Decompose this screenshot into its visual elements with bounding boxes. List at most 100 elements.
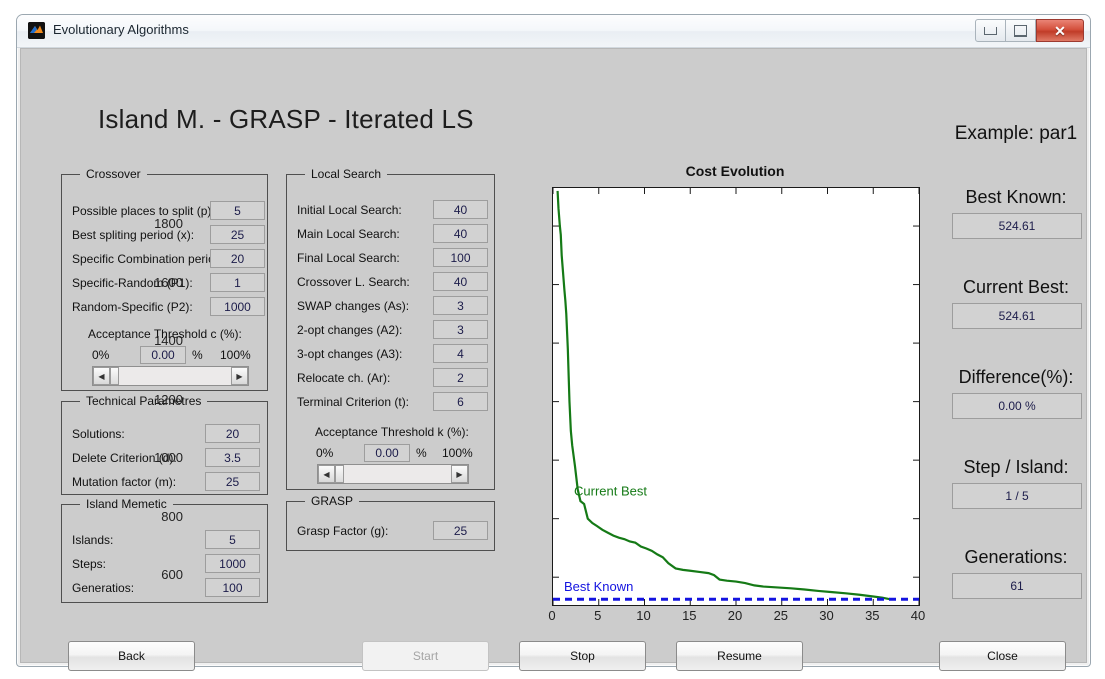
field-terminal-criterion[interactable]: 6 <box>433 392 488 411</box>
difference-label: Difference(%): <box>958 367 1074 387</box>
local-search-panel: Local Search Initial Local Search: 40 Ma… <box>286 167 495 490</box>
window-close-button[interactable]: ✕ <box>1036 19 1084 42</box>
start-button[interactable]: Start <box>362 641 489 671</box>
label-islands: Islands: <box>72 533 114 547</box>
field-relocate-ch[interactable]: 2 <box>433 368 488 387</box>
matlab-icon <box>28 22 45 39</box>
field-solutions[interactable]: 20 <box>205 424 260 443</box>
slider-thumb[interactable] <box>110 367 119 385</box>
field-crossover-l-search[interactable]: 40 <box>433 272 488 291</box>
back-button[interactable]: Back <box>68 641 195 671</box>
field-possible-places[interactable]: 5 <box>210 201 265 220</box>
label-solutions: Solutions: <box>72 427 125 441</box>
slider-left-arrow-icon[interactable]: ◀ <box>93 367 110 385</box>
field-specific-combination[interactable]: 20 <box>210 249 265 268</box>
y-tick-label: 800 <box>161 508 183 524</box>
label-mutation-factor: Mutation factor (m): <box>72 475 177 489</box>
field-generatios[interactable]: 100 <box>205 578 260 597</box>
label-2opt-changes: 2-opt changes (A2): <box>297 323 403 337</box>
field-initial-local-search[interactable]: 40 <box>433 200 488 219</box>
field-random-specific[interactable]: 1000 <box>210 297 265 316</box>
y-tick-label: 600 <box>161 567 183 583</box>
field-3opt-changes[interactable]: 4 <box>433 344 488 363</box>
field-islands[interactable]: 5 <box>205 530 260 549</box>
crossover-threshold-slider[interactable]: ◀ ▶ <box>92 366 249 386</box>
technical-panel: Technical Parametres Solutions: 20 Delet… <box>61 394 268 495</box>
crossover-threshold-max: 100% <box>220 348 251 362</box>
local-threshold-value[interactable]: 0.00 <box>364 444 410 462</box>
label-terminal-criterion: Terminal Criterion (t): <box>297 395 410 409</box>
difference-value: 0.00 % <box>952 393 1082 419</box>
chart-svg: Current Best Best Known <box>552 188 920 605</box>
current-best-label: Current Best: <box>962 277 1070 297</box>
slider-thumb[interactable] <box>335 465 344 483</box>
grasp-legend: GRASP <box>305 494 360 508</box>
label-final-local-search: Final Local Search: <box>297 251 400 265</box>
y-tick-label: 1000 <box>154 450 183 466</box>
label-steps: Steps: <box>72 557 107 571</box>
label-generatios: Generatios: <box>72 581 135 595</box>
resume-button[interactable]: Resume <box>676 641 803 671</box>
label-main-local-search: Main Local Search: <box>297 227 400 241</box>
minimize-icon <box>984 26 997 35</box>
grasp-panel: GRASP Grasp Factor (g): 25 <box>286 494 495 551</box>
page-title: Island M. - GRASP - Iterated LS <box>98 104 474 134</box>
label-specific-combination: Specific Combination period <box>72 252 222 266</box>
window-title: Evolutionary Algorithms <box>53 22 189 37</box>
label-3opt-changes: 3-opt changes (A3): <box>297 347 403 361</box>
x-tick-label: 20 <box>727 608 743 623</box>
field-delete-criterion[interactable]: 3.5 <box>205 448 260 467</box>
field-grasp-factor[interactable]: 25 <box>433 521 488 540</box>
x-tick-label: 0 <box>548 608 556 623</box>
x-tick-label: 15 <box>682 608 697 623</box>
local-search-legend: Local Search <box>305 167 388 181</box>
x-tick-label: 25 <box>773 608 789 623</box>
close-action-button[interactable]: Close <box>939 641 1066 671</box>
field-mutation-factor[interactable]: 25 <box>205 472 260 491</box>
local-threshold-min: 0% <box>316 446 334 460</box>
x-tick-label: 10 <box>636 608 651 623</box>
slider-right-arrow-icon[interactable]: ▶ <box>231 367 248 385</box>
stop-button[interactable]: Stop <box>519 641 646 671</box>
x-tick-label: 35 <box>865 608 880 623</box>
y-tick-label: 1800 <box>154 216 183 231</box>
label-random-specific: Random-Specific (P2): <box>72 300 193 314</box>
step-island-value: 1 / 5 <box>952 483 1082 509</box>
generations-label: Generations: <box>964 547 1068 567</box>
x-tick-label: 30 <box>819 608 834 623</box>
svg-text:Current Best: Current Best <box>574 483 647 498</box>
y-tick-label: 1600 <box>154 274 183 290</box>
minimize-button[interactable] <box>975 19 1006 42</box>
window-controls: ✕ <box>975 19 1084 42</box>
best-known-value: 524.61 <box>952 213 1082 239</box>
field-final-local-search[interactable]: 100 <box>433 248 488 267</box>
label-grasp-factor: Grasp Factor (g): <box>297 524 389 538</box>
local-threshold-max: 100% <box>442 446 473 460</box>
y-tick-label: 1200 <box>154 391 183 407</box>
maximize-icon <box>1014 24 1027 37</box>
current-best-value: 524.61 <box>952 303 1082 329</box>
field-swap-changes[interactable]: 3 <box>433 296 488 315</box>
chart-title: Cost Evolution <box>685 163 785 179</box>
title-bar[interactable]: Evolutionary Algorithms ✕ <box>17 15 1090 48</box>
svg-text:Best Known: Best Known <box>564 579 633 594</box>
local-threshold-slider[interactable]: ◀ ▶ <box>317 464 469 484</box>
slider-left-arrow-icon[interactable]: ◀ <box>318 465 335 483</box>
field-best-splitting[interactable]: 25 <box>210 225 265 244</box>
crossover-legend: Crossover <box>80 167 147 181</box>
field-steps[interactable]: 1000 <box>205 554 260 573</box>
local-threshold-unit: % <box>416 446 427 460</box>
crossover-threshold-unit: % <box>192 348 203 362</box>
local-threshold-title: Acceptance Threshold k (%): <box>315 425 469 439</box>
slider-right-arrow-icon[interactable]: ▶ <box>451 465 468 483</box>
crossover-threshold-value[interactable]: 0.00 <box>140 346 186 364</box>
screen: Evolutionary Algorithms ✕ Island M. - GR… <box>0 0 1105 679</box>
field-main-local-search[interactable]: 40 <box>433 224 488 243</box>
x-tick-label: 5 <box>594 608 602 623</box>
y-tick-label: 1400 <box>154 333 183 349</box>
step-island-label: Step / Island: <box>963 457 1069 477</box>
maximize-button[interactable] <box>1006 19 1036 42</box>
field-2opt-changes[interactable]: 3 <box>433 320 488 339</box>
crossover-threshold-min: 0% <box>92 348 110 362</box>
field-specific-random[interactable]: 1 <box>210 273 265 292</box>
